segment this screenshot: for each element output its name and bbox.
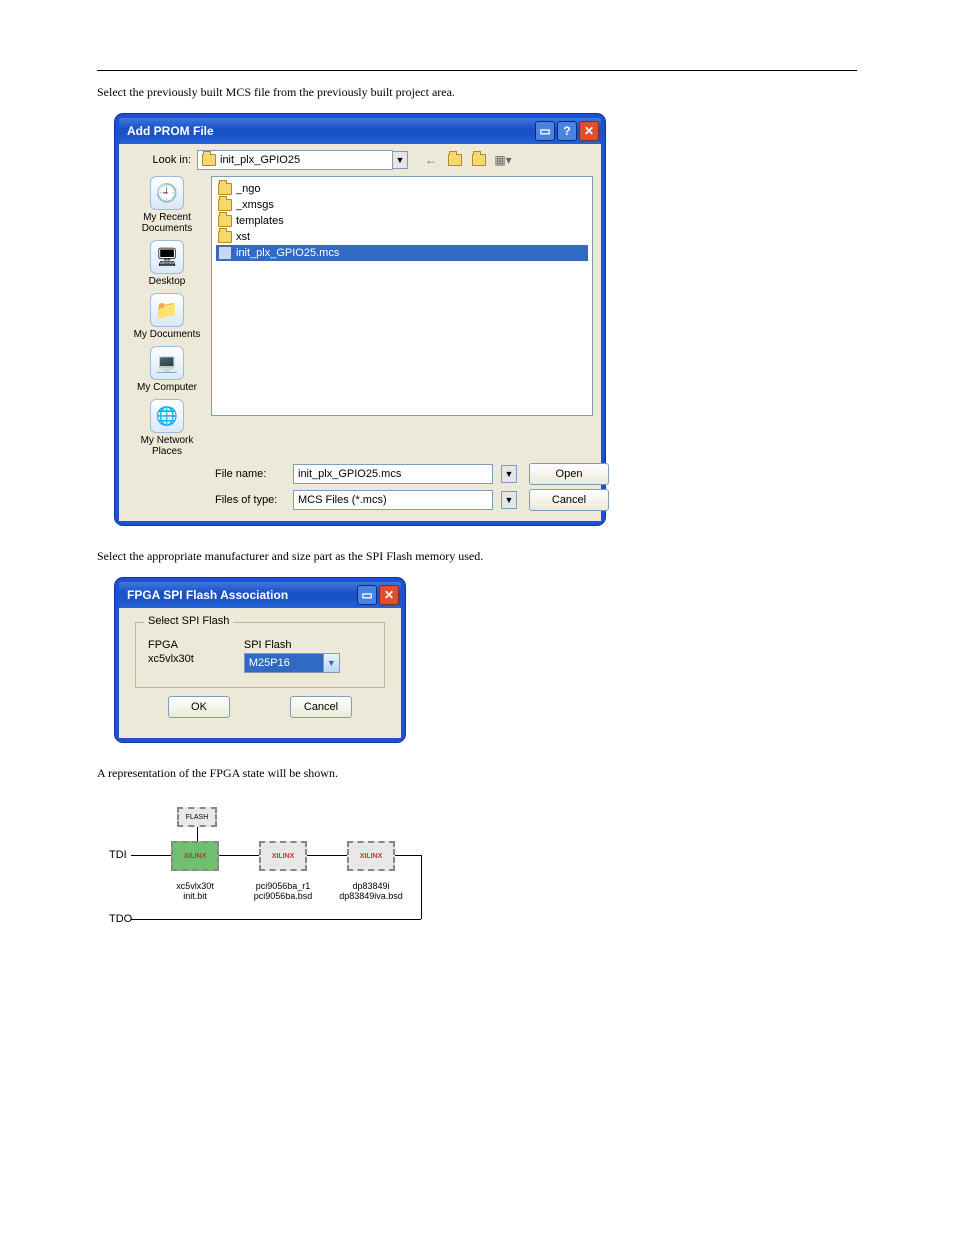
file-name-input[interactable]: init_plx_GPIO25.mcs — [293, 464, 493, 484]
body-paragraph-3: A representation of the FPGA state will … — [97, 766, 857, 781]
documents-icon: 📁 — [150, 293, 184, 327]
file-row-selected[interactable]: init_plx_GPIO25.mcs — [216, 245, 588, 261]
back-arrow-icon[interactable]: ← — [422, 151, 440, 169]
desktop-icon: 🖥 — [150, 240, 184, 274]
minimize-button[interactable]: ▭ — [535, 121, 555, 141]
folder-icon — [202, 154, 216, 166]
folder-icon — [218, 215, 232, 227]
mcs-file-icon — [218, 246, 232, 260]
files-of-type-dropdown[interactable]: ▼ — [501, 491, 517, 509]
tdo-label: TDO — [109, 913, 132, 925]
folder-up-icon[interactable] — [446, 151, 464, 169]
spi-flash-association-dialog: FPGA SPI Flash Association ▭ ✕ Select SP… — [115, 578, 405, 742]
new-folder-icon[interactable] — [470, 151, 488, 169]
network-icon: 🌐 — [150, 399, 184, 433]
file-name-dropdown[interactable]: ▼ — [501, 465, 517, 483]
look-in-label: Look in: — [127, 154, 197, 166]
sidebar-item-recent[interactable]: 🕘 My Recent Documents — [132, 176, 202, 234]
file-name-label: File name: — [215, 468, 285, 480]
minimize-button[interactable]: ▭ — [357, 585, 377, 605]
tdi-label: TDI — [109, 849, 127, 861]
cancel-button[interactable]: Cancel — [529, 489, 609, 511]
folder-icon — [218, 183, 232, 195]
spi-flash-header: SPI Flash — [244, 639, 340, 651]
look-in-dropdown-button[interactable]: ▼ — [392, 151, 408, 169]
files-of-type-label: Files of type: — [215, 494, 285, 506]
chevron-down-icon[interactable]: ▼ — [323, 654, 339, 672]
fpga-value: xc5vlx30t — [148, 653, 194, 665]
header-separator — [97, 70, 857, 71]
file-row[interactable]: templates — [216, 213, 588, 229]
spi-flash-select[interactable]: M25P16 ▼ — [244, 653, 340, 673]
sidebar-item-documents[interactable]: 📁 My Documents — [132, 293, 202, 340]
body-paragraph-1: Select the previously built MCS file fro… — [97, 85, 857, 100]
recent-icon: 🕘 — [150, 176, 184, 210]
close-button[interactable]: ✕ — [579, 121, 599, 141]
jtag-chain-diagram: TDI TDO FLASH XILINX XILINX XILINX xc5vl… — [109, 795, 439, 945]
sidebar-item-desktop[interactable]: 🖥 Desktop — [132, 240, 202, 287]
file-row[interactable]: _ngo — [216, 181, 588, 197]
open-button[interactable]: Open — [529, 463, 609, 485]
chip1-label: xc5vlx30t init.bit — [155, 881, 235, 901]
look-in-value: init_plx_GPIO25 — [220, 154, 300, 166]
body-paragraph-2: Select the appropriate manufacturer and … — [97, 549, 857, 564]
dialog-title: Add PROM File — [127, 124, 214, 138]
ok-button[interactable]: OK — [168, 696, 230, 718]
group-title: Select SPI Flash — [144, 615, 233, 627]
help-button[interactable]: ? — [557, 121, 577, 141]
folder-icon — [218, 231, 232, 243]
dialog-title: FPGA SPI Flash Association — [127, 588, 288, 602]
file-list-pane[interactable]: _ngo _xmsgs templates xst — [211, 176, 593, 416]
select-spi-flash-group: Select SPI Flash FPGA xc5vlx30t SPI Flas… — [135, 622, 385, 688]
close-button[interactable]: ✕ — [379, 585, 399, 605]
chip3-label: dp83849i dp83849iva.bsd — [331, 881, 411, 901]
files-of-type-select[interactable]: MCS Files (*.mcs) — [293, 490, 493, 510]
cancel-button[interactable]: Cancel — [290, 696, 352, 718]
sidebar-item-network[interactable]: 🌐 My Network Places — [132, 399, 202, 457]
look-in-select[interactable]: init_plx_GPIO25 — [197, 150, 393, 170]
chip2-label: pci9056ba_r1 pci9056ba.bsd — [243, 881, 323, 901]
titlebar[interactable]: Add PROM File ▭ ? ✕ — [119, 118, 601, 144]
file-row[interactable]: _xmsgs — [216, 197, 588, 213]
add-prom-file-dialog: Add PROM File ▭ ? ✕ Look in: init_plx_GP… — [115, 114, 605, 525]
titlebar[interactable]: FPGA SPI Flash Association ▭ ✕ — [119, 582, 401, 608]
flash-chip: FLASH — [177, 807, 217, 827]
folder-icon — [218, 199, 232, 211]
chip-phy[interactable]: XILINX — [347, 841, 395, 871]
places-sidebar: 🕘 My Recent Documents 🖥 Desktop 📁 My Doc… — [127, 176, 207, 457]
chip-fpga[interactable]: XILINX — [171, 841, 219, 871]
view-menu-icon[interactable]: ▦▾ — [494, 151, 512, 169]
fpga-header: FPGA — [148, 639, 194, 651]
file-row[interactable]: xst — [216, 229, 588, 245]
chip-pci[interactable]: XILINX — [259, 841, 307, 871]
sidebar-item-computer[interactable]: 💻 My Computer — [132, 346, 202, 393]
computer-icon: 💻 — [150, 346, 184, 380]
